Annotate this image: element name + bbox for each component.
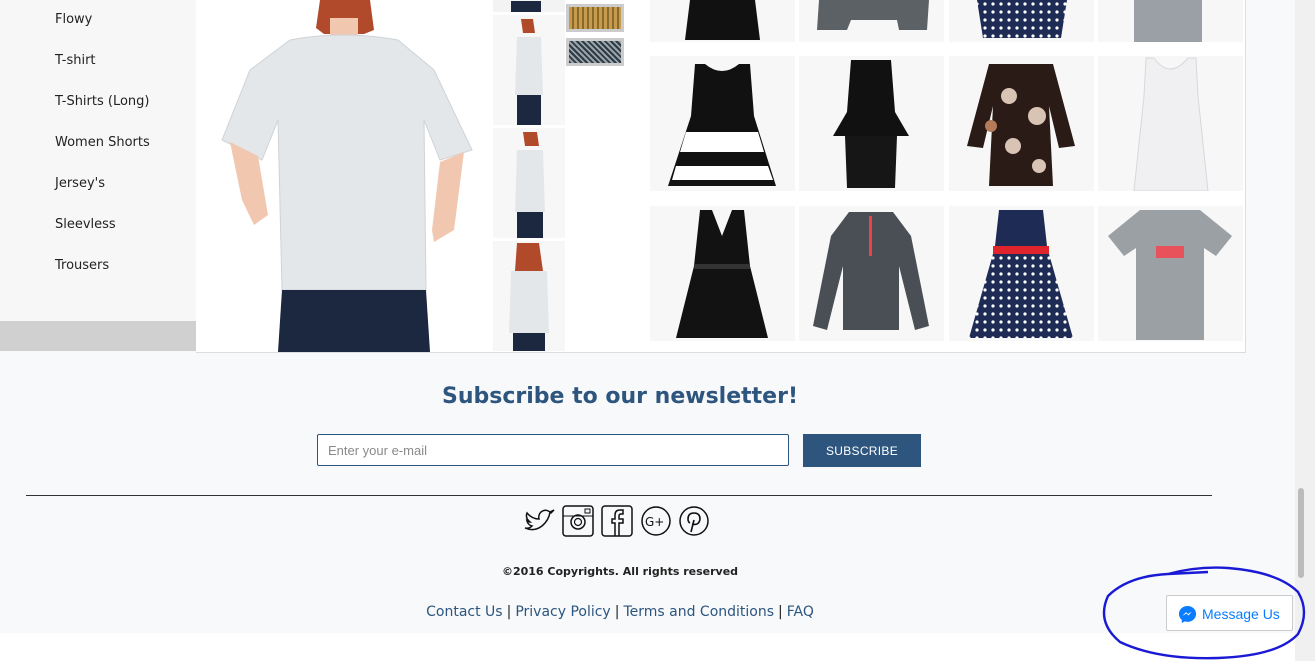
footer-divider xyxy=(26,495,1212,496)
gallery-tile-polka-dot-dress[interactable] xyxy=(949,0,1094,42)
faq-link[interactable]: FAQ xyxy=(787,604,814,620)
sidebar-item-women-shorts[interactable]: Women Shorts xyxy=(55,135,150,150)
gallery-tile-grey-tshirt[interactable] xyxy=(1098,206,1243,341)
category-sidebar: Flowy T-shirt T-Shirts (Long) Women Shor… xyxy=(0,0,196,352)
annotation-circle xyxy=(1102,566,1306,660)
subscribe-button[interactable]: SUBSCRIBE xyxy=(803,434,921,467)
link-separator: | xyxy=(506,604,512,620)
sidebar-item-tshirts-long[interactable]: T-Shirts (Long) xyxy=(55,94,150,109)
fabric-swatch-2[interactable] xyxy=(566,38,624,66)
sidebar-item-jerseys[interactable]: Jersey's xyxy=(55,176,105,191)
gallery-tile-black-dress[interactable] xyxy=(650,0,795,42)
gallery-tile-polka-dot-red-belt-dress[interactable] xyxy=(949,206,1094,341)
gallery-tile-black-wrap-dress[interactable] xyxy=(650,206,795,341)
facebook-icon[interactable] xyxy=(600,504,634,538)
footer-links: Contact Us | Privacy Policy | Terms and Cond… xyxy=(0,604,1240,620)
sidebar-item-flowy[interactable]: Flowy xyxy=(55,12,92,27)
sidebar-item-sleevless[interactable]: Sleevless xyxy=(55,217,116,232)
svg-text:G+: G+ xyxy=(645,515,664,529)
instagram-icon[interactable] xyxy=(561,504,595,538)
copyright-text: ©2016 Copyrights. All rights reserved xyxy=(501,565,739,578)
gallery-tile-black-peplum-dress[interactable] xyxy=(799,56,944,191)
thumbnail-2[interactable] xyxy=(493,15,565,125)
sidebar-item-trousers[interactable]: Trousers xyxy=(55,258,109,273)
gallery-tile-black-white-striped-dress[interactable] xyxy=(650,56,795,191)
sidebar-footer-bar xyxy=(0,321,196,351)
contact-us-link[interactable]: Contact Us xyxy=(426,604,502,620)
gallery-tile-grey-jacket[interactable] xyxy=(799,0,944,42)
gallery-tile-grey-zip-jacket[interactable] xyxy=(799,206,944,341)
link-separator: | xyxy=(614,604,620,620)
pinterest-icon[interactable] xyxy=(677,504,711,538)
twitter-icon[interactable] xyxy=(522,504,556,538)
terms-link[interactable]: Terms and Conditions xyxy=(623,604,774,620)
thumbnail-4[interactable] xyxy=(493,241,565,351)
product-content xyxy=(196,0,1246,353)
thumbnail-3[interactable] xyxy=(493,128,565,238)
fabric-swatch-1[interactable] xyxy=(566,4,624,32)
thumbnail-1[interactable] xyxy=(493,0,565,12)
newsletter-title: Subscribe to our newsletter! xyxy=(442,384,798,409)
google-plus-icon[interactable]: G+ xyxy=(639,504,673,538)
gallery-tile-white-tank-top[interactable] xyxy=(1098,56,1243,191)
gallery-tile-floral-dress[interactable] xyxy=(949,56,1094,191)
sidebar-item-tshirt[interactable]: T-shirt xyxy=(55,53,96,68)
link-separator: | xyxy=(778,604,783,620)
gallery-tile-grey-top[interactable] xyxy=(1098,0,1243,42)
email-input[interactable] xyxy=(317,434,789,466)
privacy-policy-link[interactable]: Privacy Policy xyxy=(515,604,610,620)
main-product-image[interactable] xyxy=(202,0,484,352)
